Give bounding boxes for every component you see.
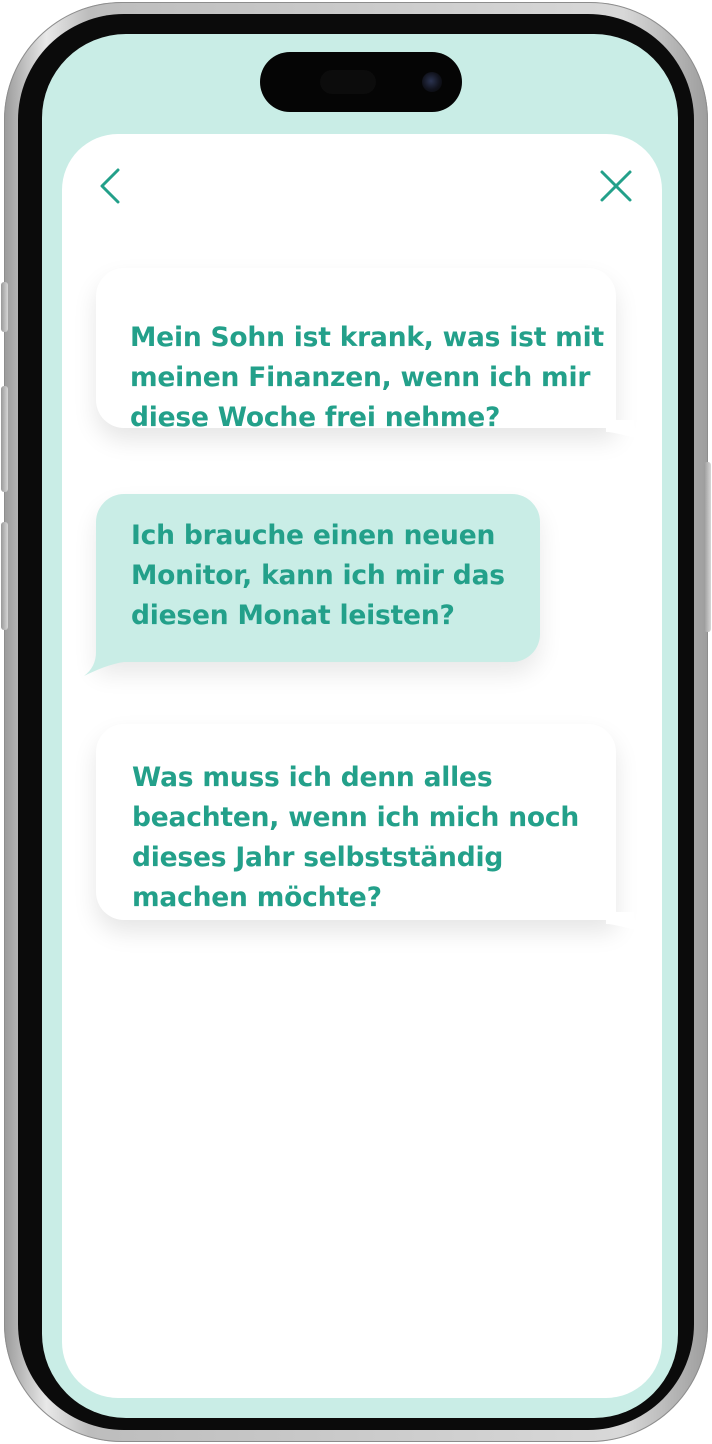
suggestion-bubble-1[interactable]: Mein Sohn ist krank, was ist mit meinen … — [96, 268, 646, 440]
suggestion-text: Mein Sohn ist krank, was ist mit meinen … — [130, 322, 604, 433]
action-button — [1, 282, 8, 332]
face-id-sensor — [320, 70, 376, 94]
camera-icon — [422, 72, 442, 92]
dynamic-island — [260, 52, 462, 112]
screen: Mein Sohn ist krank, was ist mit meinen … — [42, 34, 678, 1418]
chevron-left-icon — [100, 168, 120, 204]
suggestions-sheet: Mein Sohn ist krank, was ist mit meinen … — [62, 134, 662, 1398]
bubble-tail-right — [606, 912, 646, 932]
bubble-tail-right — [606, 420, 646, 440]
suggestion-bubble-2[interactable]: Ich brauche einen neuen Monitor, kann ic… — [84, 494, 540, 676]
back-button[interactable] — [88, 164, 132, 208]
suggestion-bubble-3[interactable]: Was muss ich denn alles beachten, wenn i… — [96, 724, 646, 932]
suggestion-text: Ich brauche einen neuen Monitor, kann ic… — [131, 520, 505, 631]
bubble-tail-left — [84, 652, 124, 676]
close-button[interactable] — [594, 164, 638, 208]
suggestion-text: Was muss ich denn alles beachten, wenn i… — [132, 762, 580, 913]
phone-frame: Mein Sohn ist krank, was ist mit meinen … — [1, 2, 711, 1442]
close-icon — [600, 170, 632, 202]
volume-down-button — [1, 522, 8, 630]
volume-up-button — [1, 386, 8, 492]
power-button — [704, 462, 711, 632]
